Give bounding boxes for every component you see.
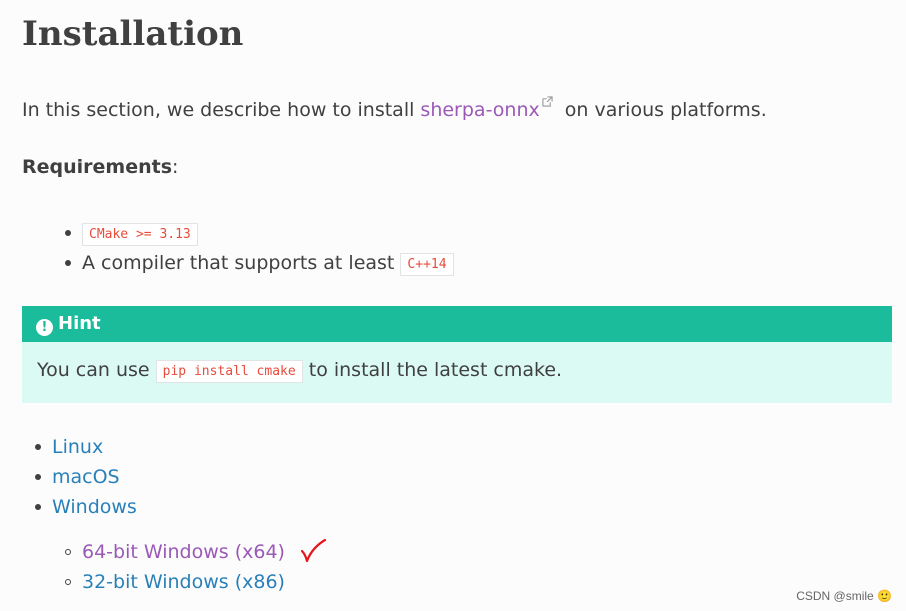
hint-title-bar: ! Hint — [22, 306, 892, 342]
intro-paragraph: In this section, we describe how to inst… — [22, 96, 767, 121]
list-item: 64-bit Windows (x64) — [65, 537, 285, 567]
requirements-heading: Requirements: — [22, 156, 178, 178]
csdn-watermark: CSDN @smile 🙂 — [796, 589, 892, 603]
hint-text-after: to install the latest cmake. — [302, 359, 563, 381]
list-item: Windows — [35, 492, 137, 522]
macos-link[interactable]: macOS — [52, 466, 120, 488]
red-check-annotation-icon — [300, 538, 327, 563]
windows-sub-list: 64-bit Windows (x64) 32-bit Windows (x86… — [65, 537, 285, 597]
intro-text-before: In this section, we describe how to inst… — [22, 99, 421, 121]
windows-link[interactable]: Windows — [52, 496, 137, 518]
hint-title: Hint — [58, 313, 101, 334]
hint-body: You can use pip install cmake to install… — [22, 342, 892, 383]
windows-x86-link[interactable]: 32-bit Windows (x86) — [82, 571, 285, 593]
linux-link[interactable]: Linux — [52, 436, 103, 458]
page-title: Installation — [22, 14, 244, 54]
sherpa-onnx-link[interactable]: sherpa-onnx — [420, 99, 539, 121]
hint-text-before: You can use — [37, 359, 156, 381]
list-item: CMake >= 3.13 — [65, 218, 454, 248]
windows-x64-link[interactable]: 64-bit Windows (x64) — [82, 541, 285, 563]
pip-install-code: pip install cmake — [155, 360, 303, 383]
requirements-list: CMake >= 3.13 A compiler that supports a… — [65, 218, 454, 278]
requirements-label: Requirements — [22, 156, 173, 178]
list-item: Linux — [35, 432, 137, 462]
exclamation-circle-icon: ! — [36, 319, 53, 336]
hint-admonition: ! Hint You can use pip install cmake to i… — [22, 306, 892, 403]
compiler-text: A compiler that supports at least — [82, 252, 401, 274]
list-item: macOS — [35, 462, 137, 492]
cmake-version-code: CMake >= 3.13 — [82, 223, 198, 246]
list-item: A compiler that supports at least C++14 — [65, 248, 454, 278]
list-item: 32-bit Windows (x86) — [65, 567, 285, 597]
platform-list: Linux macOS Windows — [35, 432, 137, 522]
requirements-colon: : — [172, 156, 179, 178]
external-link-icon — [542, 96, 553, 107]
intro-text-after: on various platforms. — [558, 99, 767, 121]
cpp14-code: C++14 — [400, 253, 454, 276]
